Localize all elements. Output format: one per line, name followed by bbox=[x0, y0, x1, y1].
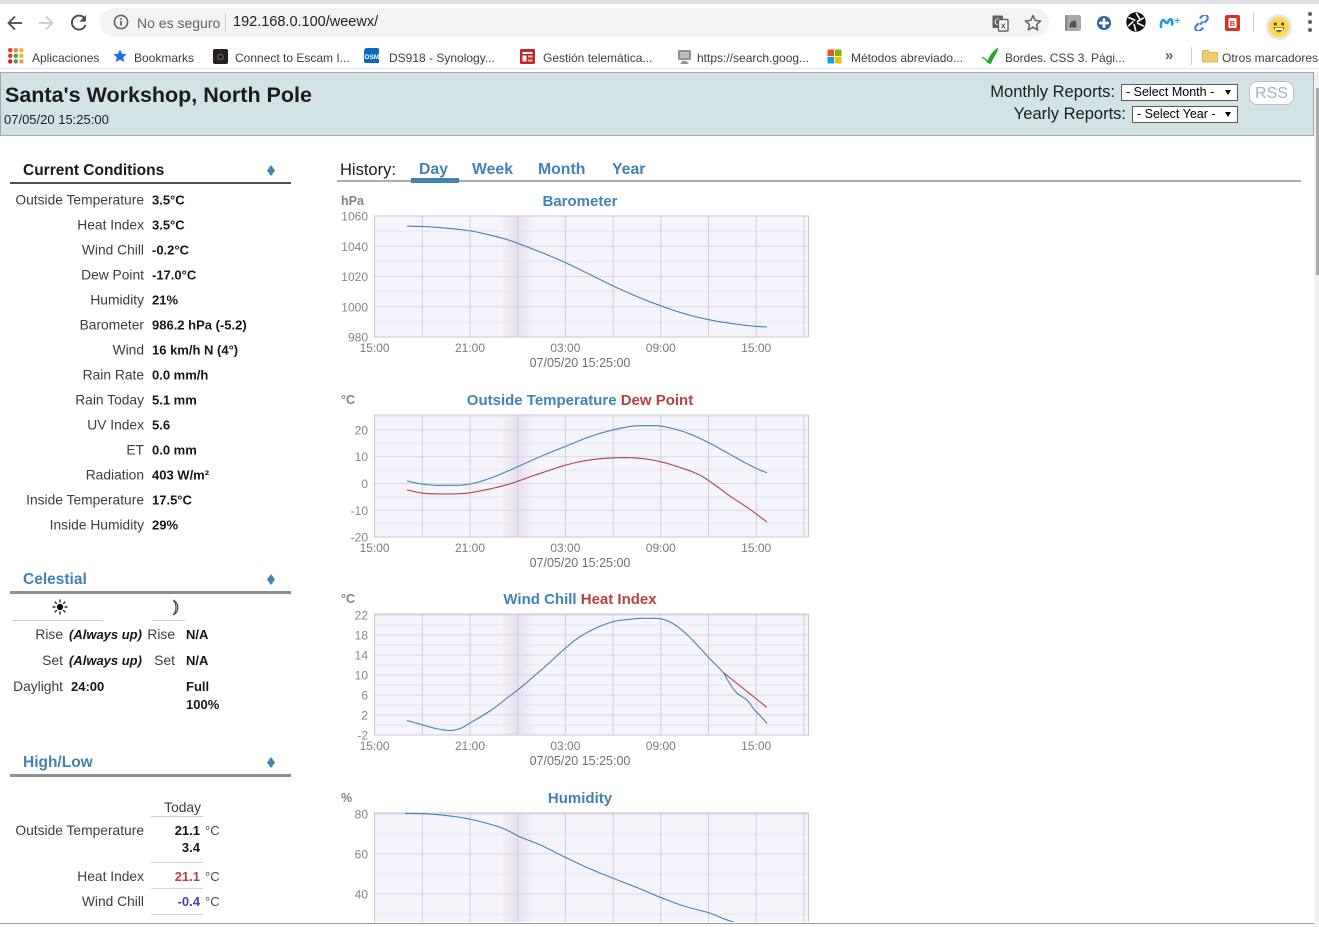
svg-text:Humidity: Humidity bbox=[548, 790, 613, 807]
svg-text:03:00: 03:00 bbox=[550, 541, 580, 555]
svg-text:Barometer: Barometer bbox=[542, 193, 617, 210]
svg-text:03:00: 03:00 bbox=[550, 739, 580, 753]
svg-text:1020: 1020 bbox=[341, 270, 368, 284]
svg-text:0: 0 bbox=[361, 477, 368, 491]
svg-text:60: 60 bbox=[355, 848, 369, 862]
svg-text:10: 10 bbox=[355, 450, 369, 464]
svg-text:21:00: 21:00 bbox=[455, 739, 485, 753]
svg-text:DSM: DSM bbox=[365, 54, 379, 61]
svg-text:x: x bbox=[1001, 20, 1006, 30]
svg-text:21:00: 21:00 bbox=[455, 541, 485, 555]
svg-text:+: + bbox=[1175, 16, 1181, 27]
svg-text:40: 40 bbox=[355, 888, 369, 902]
svg-text:2: 2 bbox=[361, 709, 368, 723]
svg-text:18: 18 bbox=[355, 629, 369, 643]
svg-text:1040: 1040 bbox=[341, 240, 368, 254]
svg-text:15:00: 15:00 bbox=[741, 739, 771, 753]
svg-text:15:00: 15:00 bbox=[360, 541, 390, 555]
svg-text:°C: °C bbox=[341, 592, 355, 606]
svg-text:%: % bbox=[341, 791, 352, 805]
svg-text:15:00: 15:00 bbox=[360, 739, 390, 753]
svg-text:07/05/20 15:25:00: 07/05/20 15:25:00 bbox=[530, 754, 631, 768]
svg-text:15:00: 15:00 bbox=[360, 341, 390, 355]
svg-text:20: 20 bbox=[355, 423, 369, 437]
svg-text:15:00: 15:00 bbox=[741, 341, 771, 355]
svg-text:15:00: 15:00 bbox=[741, 541, 771, 555]
svg-text:09:00: 09:00 bbox=[646, 541, 676, 555]
svg-text:09:00: 09:00 bbox=[646, 341, 676, 355]
svg-text:-10: -10 bbox=[351, 504, 369, 518]
svg-text:22: 22 bbox=[355, 609, 369, 623]
svg-text:07/05/20 15:25:00: 07/05/20 15:25:00 bbox=[530, 356, 631, 370]
svg-text:Outside Temperature Dew Point: Outside Temperature Dew Point bbox=[467, 392, 693, 409]
svg-text:09:00: 09:00 bbox=[646, 739, 676, 753]
svg-text:°C: °C bbox=[341, 393, 355, 407]
svg-text:07/05/20 15:25:00: 07/05/20 15:25:00 bbox=[530, 556, 631, 570]
svg-text:hPa: hPa bbox=[341, 194, 365, 208]
svg-text:1000: 1000 bbox=[341, 300, 368, 314]
svg-text:10: 10 bbox=[355, 669, 369, 683]
svg-text:1060: 1060 bbox=[341, 210, 368, 224]
svg-text:80: 80 bbox=[355, 808, 369, 822]
svg-text:Wind Chill Heat Index: Wind Chill Heat Index bbox=[503, 591, 657, 608]
svg-text:03:00: 03:00 bbox=[550, 341, 580, 355]
svg-text:21:00: 21:00 bbox=[455, 341, 485, 355]
svg-text:6: 6 bbox=[361, 689, 368, 703]
svg-text:B: B bbox=[1230, 19, 1236, 28]
svg-text:14: 14 bbox=[355, 649, 369, 663]
